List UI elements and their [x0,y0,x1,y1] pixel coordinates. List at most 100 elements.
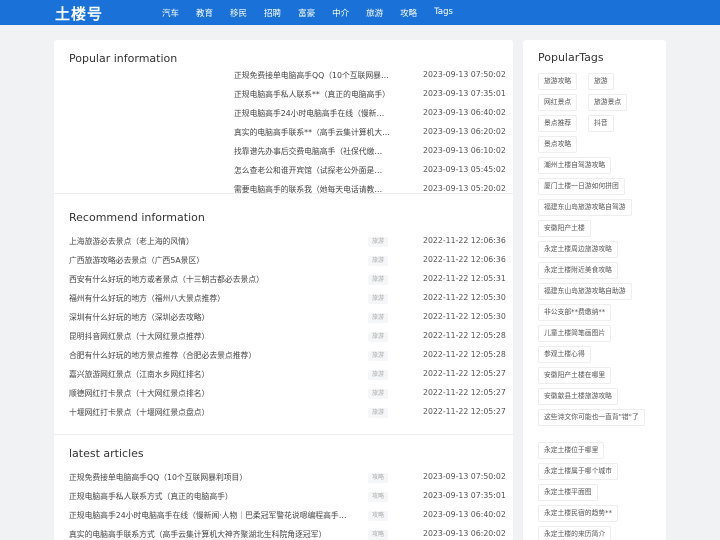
article-title-link[interactable]: 怎么查老公和谁开宾馆（试探老公外面是… [234,165,399,176]
tag-chip[interactable]: 旅游攻略 [538,73,578,90]
article-title-link[interactable]: 广西旅游攻略必去景点（广西5A景区） [69,255,364,266]
category-badge[interactable]: 旅游 [368,237,389,247]
article-date: 2023-09-13 07:50:02 [423,70,506,79]
list-item[interactable]: 广西旅游攻略必去景点（广西5A景区） 旅游 2022-11-22 12:06:36 [54,255,513,272]
list-item[interactable]: 怎么查老公和谁开宾馆（试探老公外面是… 2023-09-13 05:45:02 [54,165,513,182]
nav-item-rich[interactable]: 富豪 [298,7,315,19]
tag-chip[interactable]: 永定土楼的来历简介 [538,526,612,540]
list-item[interactable]: 十堰网红打卡景点（十堰网红景点盘点） 旅游 2022-11-22 12:05:27 [54,407,513,424]
tag-chip[interactable]: 这些诗文你可能也一直背"错"了 [538,409,645,426]
tag-chip[interactable]: 永定土楼属于哪个城市 [538,463,618,480]
list-item[interactable]: 找靠谱先办事后交费电脑高手（社保代缴… 2023-09-13 06:10:02 [54,146,513,163]
article-date: 2022-11-22 12:06:36 [423,236,506,245]
list-item[interactable]: 福州有什么好玩的地方（福州八大景点推荐） 旅游 2022-11-22 12:05:3… [54,293,513,310]
article-title-link[interactable]: 真实的电脑高手联系**（高手云集计算机大… [234,127,399,138]
nav-item-tags[interactable]: Tags [434,7,453,19]
nav-item-agency[interactable]: 中介 [332,7,349,19]
article-title-link[interactable]: 找靠谱先办事后交费电脑高手（社保代缴… [234,146,399,157]
tag-chip[interactable]: 永定土楼民宿的趋势** [538,505,618,522]
tag-chip[interactable]: 儿童土楼简笔画图片 [538,325,612,342]
article-title-link[interactable]: 正规免费接单电脑高手QQ（10个互联网暴利项目） [69,472,364,483]
list-item[interactable]: 上海旅游必去景点（老上海的风情） 旅游 2022-11-22 12:06:36 [54,236,513,253]
tag-chip[interactable]: 永定土楼平面图 [538,484,598,501]
article-title-link[interactable]: 真实的电脑高手联系方式（高手云集计算机大神齐聚湖北生科院角逐冠军） [69,529,364,540]
site-logo[interactable]: 土楼号 [55,3,103,24]
tag-chip[interactable]: 安徽歙县土楼旅游攻略 [538,388,618,405]
top-navbar: 土楼号 汽车 教育 移民 招聘 富豪 中介 旅游 攻略 Tags [0,0,720,25]
nav-item-immigration[interactable]: 移民 [230,7,247,19]
nav-item-travel[interactable]: 旅游 [366,7,383,19]
tag-chip[interactable]: 参观土楼心得 [538,346,591,363]
nav-item-guides[interactable]: 攻略 [400,7,417,19]
list-item[interactable]: 昆明抖音网红景点（十大网红景点推荐） 旅游 2022-11-22 12:05:28 [54,331,513,348]
tag-chip[interactable]: 非公支部**费缴纳** [538,304,612,321]
tag-chip[interactable]: 景点推荐 [538,115,578,132]
category-badge[interactable]: 攻略 [368,530,389,540]
category-badge[interactable]: 旅游 [368,332,389,342]
list-item[interactable]: 西安有什么好玩的地方或者景点（十三朝古都必去景点） 旅游 2022-11-22 12… [54,274,513,291]
tag-chip[interactable]: 安徽阳产土楼在哪里 [538,367,612,384]
article-title-link[interactable]: 上海旅游必去景点（老上海的风情） [69,236,364,247]
tag-chip[interactable]: 永定土楼周边旅游攻略 [538,241,618,258]
nav-item-jobs[interactable]: 招聘 [264,7,281,19]
tag-chip[interactable]: 潮州土楼自驾游攻略 [538,157,612,174]
tag-chip[interactable]: 厦门土楼一日游如何拼团 [538,178,625,195]
article-title-link[interactable]: 深圳有什么好玩的地方（深圳必去攻略） [69,312,364,323]
article-title-link[interactable]: 顺德网红打卡景点（十大网红景点排名） [69,388,364,399]
article-date: 2022-11-22 12:05:28 [423,331,506,340]
list-item[interactable]: 正规电脑高手24小时电脑高手在线（慢新闻·人物｜巴柔冠军警花说嗯编程高手… 攻略 2… [54,510,513,527]
tag-chip[interactable]: 旅游景点 [588,94,628,111]
article-title-link[interactable]: 嘉兴旅游网红景点（江南水乡网红排名） [69,369,364,380]
article-title-link[interactable]: 正规电脑高手私人联系**（真正的电脑高手） [234,89,399,100]
article-title-link[interactable]: 十堰网红打卡景点（十堰网红景点盘点） [69,407,364,418]
tag-chip[interactable]: 安徽阳产土楼 [538,220,591,237]
list-item[interactable]: 嘉兴旅游网红景点（江南水乡网红排名） 旅游 2022-11-22 12:05:27 [54,369,513,386]
list-item[interactable]: 顺德网红打卡景点（十大网红景点排名） 旅游 2022-11-22 12:05:27 [54,388,513,405]
list-item[interactable]: 正规免费接单电脑高手QQ（10个互联网暴利项目） 攻略 2023-09-13 07:… [54,472,513,489]
article-title-link[interactable]: 正规电脑高手私人联系方式（真正的电脑高手） [69,491,364,502]
category-badge[interactable]: 攻略 [368,511,389,521]
category-badge[interactable]: 旅游 [368,389,389,399]
article-title-link[interactable]: 福州有什么好玩的地方（福州八大景点推荐） [69,293,364,304]
tag-chip[interactable]: 永定土楼位于哪里 [538,442,605,459]
article-title-link[interactable]: 正规电脑高手24小时电脑高手在线（慢新闻·人物｜巴柔冠军警花说嗯编程高手… [69,510,364,521]
article-title-link[interactable]: 正规免费接单电脑高手QQ（10个互联网暴… [234,70,399,81]
tag-chip[interactable]: 抖音 [588,115,614,132]
article-title-link[interactable]: 昆明抖音网红景点（十大网红景点推荐） [69,331,364,342]
category-badge[interactable]: 旅游 [368,351,389,361]
article-title-link[interactable]: 合肥有什么好玩的地方景点推荐（合肥必去景点推荐） [69,350,364,361]
tag-chip[interactable]: 永定土楼附近美食攻略 [538,262,618,279]
list-item[interactable]: 合肥有什么好玩的地方景点推荐（合肥必去景点推荐） 旅游 2022-11-22 12:… [54,350,513,367]
tag-chip[interactable]: 旅游 [588,73,614,90]
list-item[interactable]: 正规免费接单电脑高手QQ（10个互联网暴… 2023-09-13 07:50:02 [54,70,513,87]
article-date: 2023-09-13 06:40:02 [423,510,506,519]
list-item[interactable]: 正规电脑高手24小时电脑高手在线（慢新… 2023-09-13 06:40:02 [54,108,513,125]
category-badge[interactable]: 攻略 [368,473,389,483]
article-title-link[interactable]: 西安有什么好玩的地方或者景点（十三朝古都必去景点） [69,274,364,285]
list-item[interactable]: 深圳有什么好玩的地方（深圳必去攻略） 旅游 2022-11-22 12:05:30 [54,312,513,329]
article-date: 2023-09-13 06:10:02 [423,146,506,155]
nav-item-car[interactable]: 汽车 [162,7,179,19]
article-date: 2023-09-13 05:20:02 [423,184,506,193]
category-badge[interactable]: 旅游 [368,275,389,285]
list-item[interactable]: 真实的电脑高手联系方式（高手云集计算机大神齐聚湖北生科院角逐冠军） 攻略 2023-… [54,529,513,540]
category-badge[interactable]: 旅游 [368,370,389,380]
category-badge[interactable]: 旅游 [368,256,389,266]
tag-chip[interactable]: 网红景点 [538,94,578,111]
popular-section-title: Popular information [69,52,178,65]
article-title-link[interactable]: 正规电脑高手24小时电脑高手在线（慢新… [234,108,399,119]
list-item[interactable]: 正规电脑高手私人联系方式（真正的电脑高手） 攻略 2023-09-13 07:35:… [54,491,513,508]
list-item[interactable]: 正规电脑高手私人联系**（真正的电脑高手） 2023-09-13 07:35:01 [54,89,513,106]
tag-chip[interactable]: 福建东山岛旅游攻略自驾游 [538,199,632,216]
list-item[interactable]: 真实的电脑高手联系**（高手云集计算机大… 2023-09-13 06:20:02 [54,127,513,144]
category-badge[interactable]: 攻略 [368,492,389,502]
article-date: 2022-11-22 12:05:27 [423,369,506,378]
article-date: 2023-09-13 06:20:02 [423,127,506,136]
category-badge[interactable]: 旅游 [368,313,389,323]
tag-chip[interactable]: 景点攻略 [538,136,578,153]
category-badge[interactable]: 旅游 [368,294,389,304]
category-badge[interactable]: 旅游 [368,408,389,418]
nav-item-education[interactable]: 教育 [196,7,213,19]
tag-chip[interactable]: 福建东山岛旅游攻略自助游 [538,283,632,300]
article-date: 2023-09-13 05:45:02 [423,165,506,174]
